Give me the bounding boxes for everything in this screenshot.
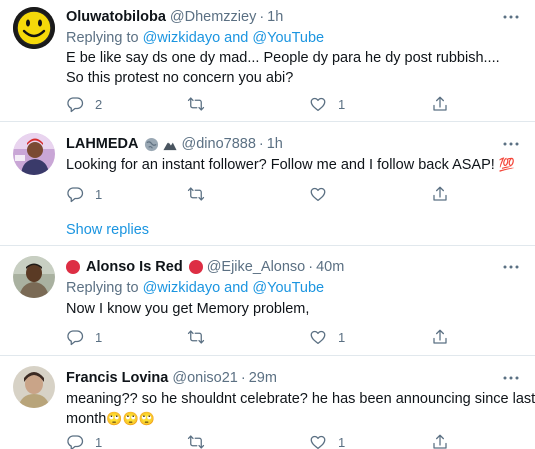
timestamp[interactable]: 40m (316, 257, 344, 277)
more-icon[interactable] (501, 134, 521, 154)
like-icon (309, 95, 327, 113)
red-circle-emoji-icon (66, 260, 80, 274)
avatar[interactable] (13, 7, 55, 49)
replying-to-link[interactable]: @wizkidayo and @YouTube (143, 30, 325, 46)
user-handle[interactable]: @oniso21 (172, 368, 238, 388)
profile-photo-icon (13, 256, 55, 298)
tweet-alonso-is-red[interactable]: Alonso Is Red @Ejike_Alonso · 40m Replyi… (0, 246, 535, 349)
retweet-button[interactable] (187, 327, 216, 347)
tweet-header: Oluwatobiloba @Dhemzziey · 1h (66, 7, 521, 27)
share-icon (431, 433, 449, 449)
tweet-text-word: month (66, 411, 107, 427)
name-emoji-badges (144, 137, 178, 152)
reply-icon (66, 328, 84, 346)
like-button[interactable]: 1 (309, 432, 345, 449)
reply-count: 1 (95, 434, 103, 449)
retweet-icon (187, 95, 205, 113)
tweet-text-body: Looking for an instant follower? Follow … (66, 157, 495, 173)
tweet-text: E be like say ds one dy mad... People dy… (66, 50, 500, 86)
display-name[interactable]: Alonso Is Red (86, 257, 183, 277)
reply-button[interactable]: 1 (66, 184, 102, 204)
retweet-icon (187, 433, 205, 449)
avatar[interactable] (13, 133, 55, 175)
retweet-button[interactable] (187, 432, 216, 449)
tweet-oluwatobiloba[interactable]: Oluwatobiloba @Dhemzziey · 1h Replying t… (0, 0, 535, 121)
like-icon (309, 185, 327, 203)
like-button[interactable] (309, 184, 338, 204)
profile-photo-icon (13, 133, 55, 175)
tweet-text: Now I know you get Memory problem, (66, 301, 310, 317)
smiley-avatar-icon (13, 7, 55, 49)
tweet-text-line: meaning?? so he shouldnt celebrate? he h… (66, 391, 535, 407)
tweet-text-line: month🙄🙄🙄 (66, 409, 521, 429)
timestamp[interactable]: 1h (267, 134, 283, 154)
user-handle[interactable]: @Ejike_Alonso (207, 257, 306, 277)
reply-icon (66, 185, 84, 203)
retweet-icon (187, 185, 205, 203)
display-name[interactable]: LAHMEDA (66, 134, 139, 154)
separator-dot: · (308, 259, 314, 275)
like-icon (309, 328, 327, 346)
like-count: 1 (338, 329, 346, 345)
more-icon[interactable] (501, 257, 521, 277)
tweet-header: LAHMEDA @dino7888 · 1h (66, 134, 521, 154)
timestamp[interactable]: 1h (267, 7, 283, 27)
more-icon[interactable] (501, 368, 521, 388)
profile-photo-icon (13, 366, 55, 408)
display-name[interactable]: Francis Lovina (66, 368, 168, 388)
display-name[interactable]: Oluwatobiloba (66, 7, 166, 27)
share-button[interactable] (431, 432, 449, 449)
red-circle-emoji-icon (188, 260, 203, 274)
replying-to-link[interactable]: @wizkidayo and @YouTube (143, 280, 325, 296)
show-replies-link[interactable]: Show replies (66, 220, 149, 240)
reply-button[interactable]: 1 (66, 432, 102, 449)
separator-dot: · (258, 136, 264, 152)
tweet-header: Francis Lovina @oniso21 · 29m (66, 368, 521, 388)
tweet-header: Alonso Is Red @Ejike_Alonso · 40m (66, 257, 521, 277)
like-button[interactable]: 1 (309, 327, 345, 347)
more-icon[interactable] (501, 7, 521, 27)
reply-button[interactable]: 2 (66, 94, 102, 114)
tweet-francis-lovina[interactable]: Francis Lovina @oniso21 · 29m meaning?? … (0, 356, 535, 449)
reply-count: 2 (95, 96, 103, 112)
replying-to: Replying to @wizkidayo and @YouTube (66, 28, 521, 48)
tweet-text: Looking for an instant follower? Follow … (66, 155, 521, 175)
globe-emoji-icon (144, 137, 158, 151)
user-handle[interactable]: @dino7888 (182, 134, 256, 154)
hundred-points-emoji: 💯 (498, 157, 516, 173)
like-icon (309, 433, 327, 449)
reply-icon (66, 433, 84, 449)
retweet-icon (187, 328, 205, 346)
avatar[interactable] (13, 256, 55, 298)
share-icon (431, 328, 449, 346)
replying-to: Replying to @wizkidayo and @YouTube (66, 278, 521, 298)
replying-prefix: Replying to (66, 30, 143, 46)
like-count: 1 (338, 434, 346, 449)
avatar[interactable] (13, 366, 55, 408)
share-button[interactable] (431, 94, 449, 114)
reply-count: 1 (95, 329, 103, 345)
reply-button[interactable]: 1 (66, 327, 102, 347)
eye-roll-emoji: 🙄🙄🙄 (106, 411, 155, 427)
like-count: 1 (338, 96, 346, 112)
retweet-button[interactable] (187, 94, 216, 114)
reply-count: 1 (95, 186, 103, 202)
separator-dot: · (259, 9, 265, 25)
tweet-lahmeda[interactable]: LAHMEDA @dino7888 · 1h Looking for an in… (0, 122, 535, 212)
timestamp[interactable]: 29m (249, 368, 277, 388)
share-button[interactable] (431, 327, 449, 347)
share-button[interactable] (431, 184, 449, 204)
replying-prefix: Replying to (66, 280, 143, 296)
user-handle[interactable]: @Dhemzziey (170, 7, 256, 27)
mountain-emoji-icon (162, 141, 177, 150)
tweet-text: meaning?? so he shouldnt celebrate? he h… (66, 389, 535, 429)
share-icon (431, 95, 449, 113)
share-icon (431, 185, 449, 203)
reply-icon (66, 95, 84, 113)
retweet-button[interactable] (187, 184, 216, 204)
like-button[interactable]: 1 (309, 94, 345, 114)
separator-dot: · (240, 370, 246, 386)
